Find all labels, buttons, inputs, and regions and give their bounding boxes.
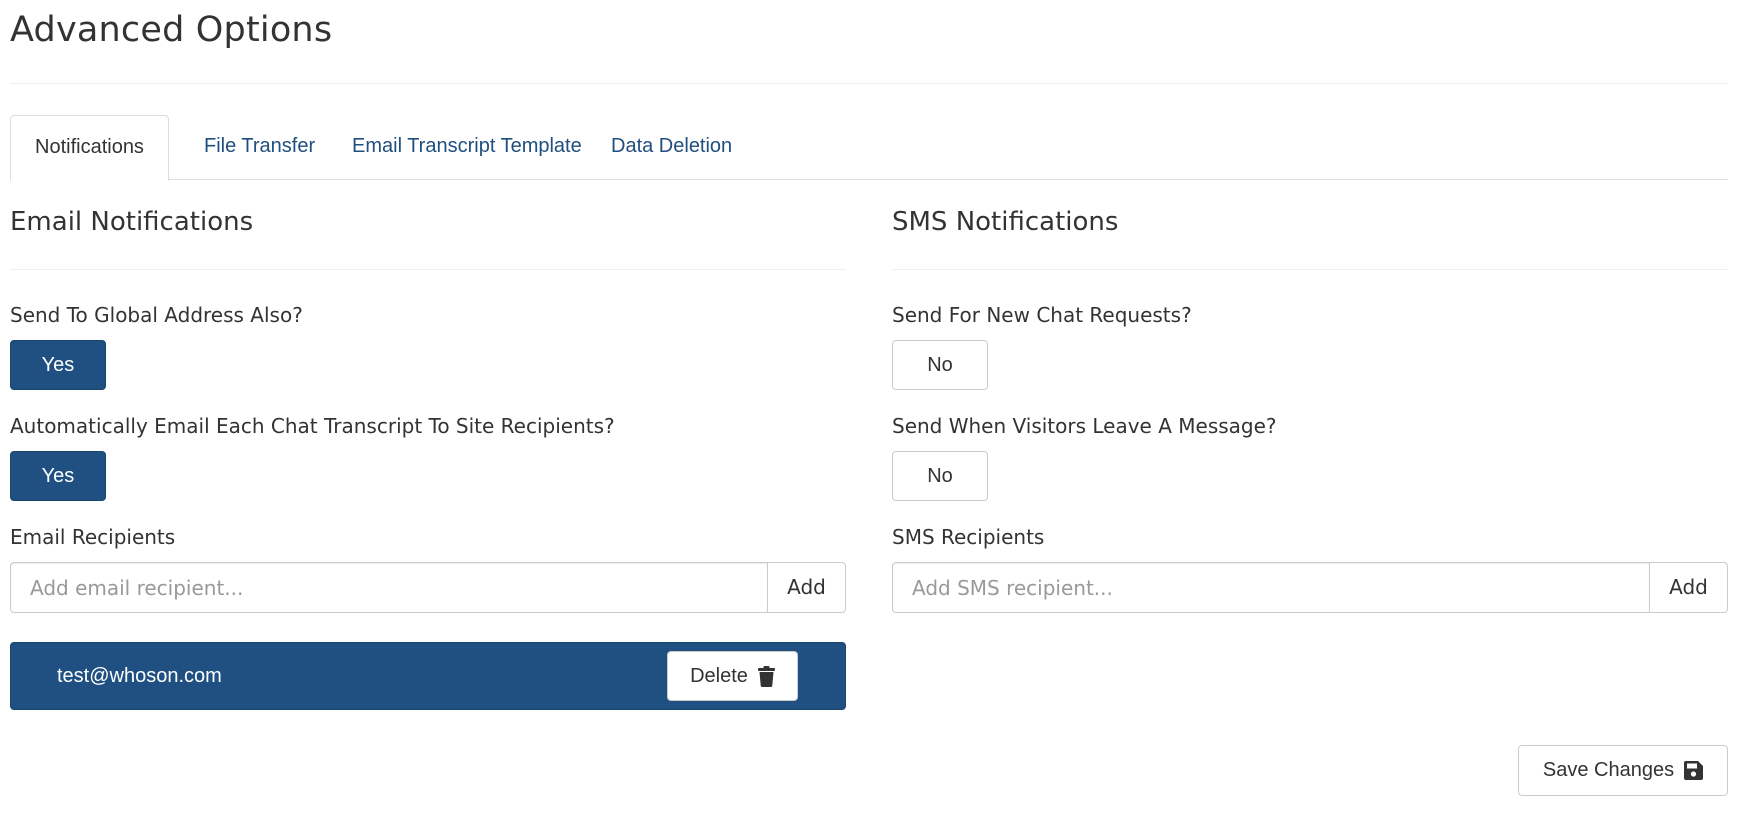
new-chat-requests-label: Send For New Chat Requests? (892, 303, 1192, 327)
sms-recipient-input[interactable] (893, 563, 1649, 612)
title-divider (10, 83, 1728, 84)
email-notifications-title: Email Notifications (10, 207, 254, 237)
global-address-label: Send To Global Address Also? (10, 303, 303, 327)
sms-recipient-input-group: Add (892, 562, 1728, 613)
save-changes-button[interactable]: Save Changes (1518, 745, 1728, 796)
auto-email-transcript-label: Automatically Email Each Chat Transcript… (10, 414, 615, 438)
sms-recipients-label: SMS Recipients (892, 525, 1045, 549)
sms-notifications-title: SMS Notifications (892, 207, 1119, 237)
email-recipient-item: test@whoson.com Delete (10, 642, 846, 710)
delete-label: Delete (690, 664, 748, 687)
section-divider (892, 269, 1728, 270)
add-email-recipient-button[interactable]: Add (767, 563, 845, 612)
leave-message-toggle[interactable]: No (892, 451, 988, 501)
tab-email-transcript-template[interactable]: Email Transcript Template (328, 115, 606, 180)
global-address-toggle[interactable]: Yes (10, 340, 106, 390)
floppy-disk-icon (1684, 761, 1704, 780)
new-chat-requests-toggle[interactable]: No (892, 340, 988, 390)
page-title: Advanced Options (10, 10, 333, 50)
recipient-address: test@whoson.com (57, 665, 222, 687)
save-changes-label: Save Changes (1542, 759, 1675, 781)
email-recipients-label: Email Recipients (10, 525, 176, 549)
add-sms-recipient-button[interactable]: Add (1649, 563, 1727, 612)
section-divider (10, 269, 846, 270)
delete-recipient-button[interactable]: Delete (667, 651, 798, 701)
tab-bar: Notifications File Transfer Email Transc… (10, 115, 1728, 181)
tab-data-deletion[interactable]: Data Deletion (587, 115, 756, 180)
email-recipient-input[interactable] (11, 563, 767, 612)
tab-notifications[interactable]: Notifications (10, 115, 169, 181)
auto-email-transcript-toggle[interactable]: Yes (10, 451, 106, 501)
email-recipient-input-group: Add (10, 562, 846, 613)
tab-file-transfer[interactable]: File Transfer (180, 115, 339, 180)
trash-icon (757, 665, 775, 687)
leave-message-label: Send When Visitors Leave A Message? (892, 414, 1277, 438)
